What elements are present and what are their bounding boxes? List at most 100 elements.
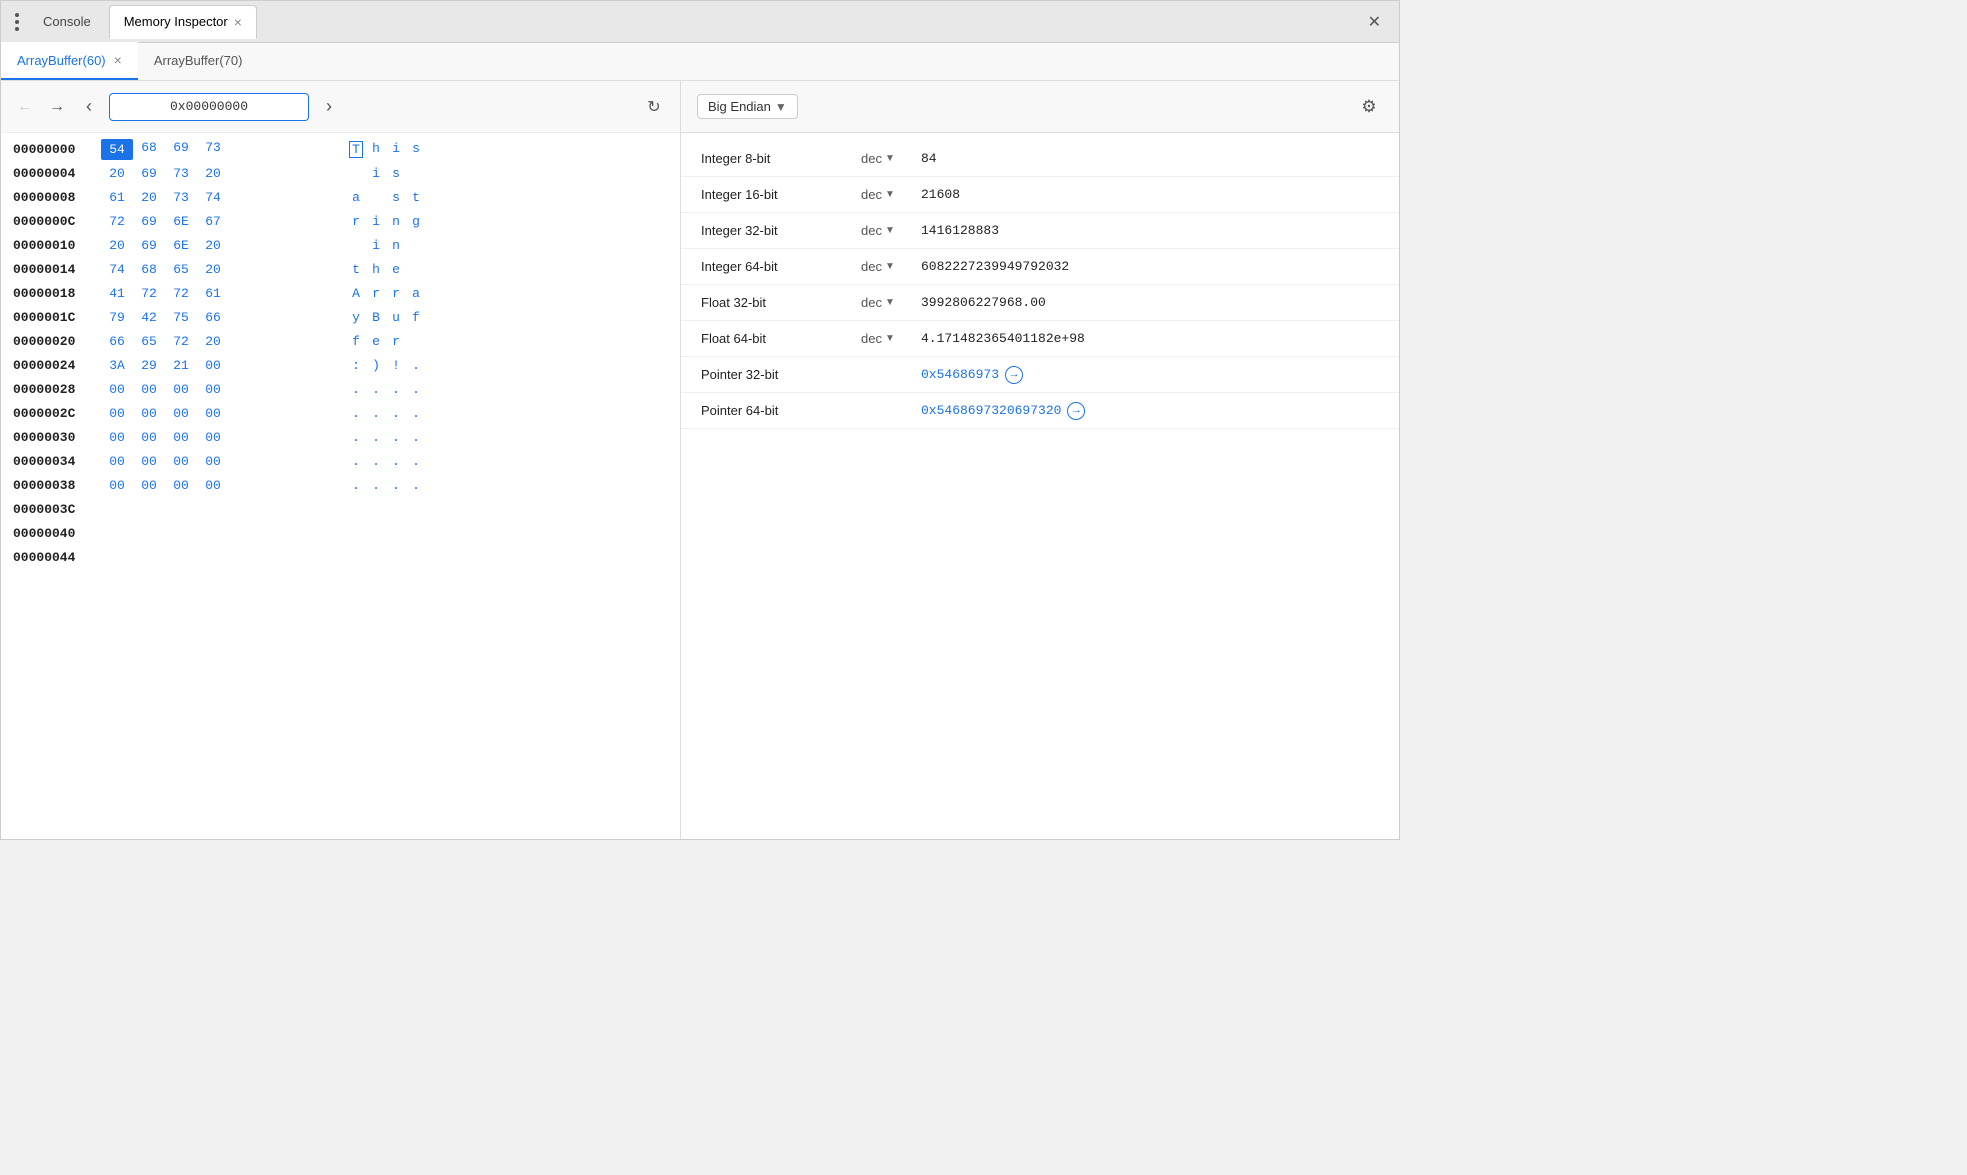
hex-byte[interactable]: 72 [165, 285, 197, 302]
ascii-char[interactable] [409, 262, 423, 277]
hex-byte[interactable]: 20 [197, 165, 229, 182]
hex-byte[interactable]: 66 [197, 309, 229, 326]
ascii-char[interactable]: B [369, 310, 383, 325]
format-dropdown-int16[interactable]: dec ▼ [861, 187, 921, 202]
hex-byte[interactable]: 42 [133, 309, 165, 326]
hex-byte[interactable]: 68 [133, 261, 165, 278]
hex-byte[interactable]: 29 [133, 357, 165, 374]
hex-byte[interactable]: 00 [101, 429, 133, 446]
ascii-char[interactable]: : [349, 358, 363, 373]
hex-byte[interactable]: 72 [133, 285, 165, 302]
hex-byte[interactable]: 00 [165, 429, 197, 446]
endian-select[interactable]: Big Endian ▼ [697, 94, 798, 119]
ascii-char[interactable]: . [409, 454, 423, 469]
back-button[interactable]: ← [13, 95, 37, 119]
hex-byte[interactable]: 00 [197, 453, 229, 470]
ascii-char[interactable]: e [389, 262, 403, 277]
hex-byte[interactable]: 00 [197, 405, 229, 422]
ascii-char[interactable]: h [369, 141, 383, 158]
ascii-char[interactable]: n [389, 238, 403, 253]
hex-byte[interactable]: 20 [101, 237, 133, 254]
format-dropdown-int64[interactable]: dec ▼ [861, 259, 921, 274]
ascii-char[interactable]: . [409, 430, 423, 445]
hex-byte[interactable]: 00 [133, 477, 165, 494]
tab-console[interactable]: Console [29, 5, 105, 39]
hex-byte[interactable]: 61 [101, 189, 133, 206]
hex-byte[interactable]: 61 [197, 285, 229, 302]
settings-button[interactable]: ⚙ [1355, 93, 1383, 121]
ascii-char[interactable]: . [409, 406, 423, 421]
ascii-char[interactable]: . [349, 382, 363, 397]
ascii-char[interactable]: y [349, 310, 363, 325]
ascii-char[interactable]: . [369, 478, 383, 493]
ascii-char[interactable]: . [369, 382, 383, 397]
ascii-char[interactable]: . [389, 406, 403, 421]
hex-byte[interactable]: 00 [165, 453, 197, 470]
hex-byte[interactable]: 79 [101, 309, 133, 326]
hex-byte[interactable]: 69 [165, 139, 197, 160]
address-input[interactable] [109, 93, 309, 121]
hex-byte[interactable]: 00 [197, 429, 229, 446]
ascii-char[interactable] [349, 238, 363, 253]
format-dropdown-int8[interactable]: dec ▼ [861, 151, 921, 166]
ascii-char[interactable]: ! [389, 358, 403, 373]
ascii-char[interactable]: . [349, 478, 363, 493]
hex-byte[interactable]: 41 [101, 285, 133, 302]
hex-byte[interactable]: 68 [133, 139, 165, 160]
hex-byte[interactable]: 72 [165, 333, 197, 350]
hex-byte[interactable]: 00 [197, 381, 229, 398]
hex-byte[interactable]: 73 [165, 165, 197, 182]
refresh-button[interactable]: ↻ [640, 93, 668, 121]
buffer-tab-60[interactable]: ArrayBuffer(60) × [1, 42, 138, 80]
hex-byte[interactable]: 21 [165, 357, 197, 374]
ascii-char[interactable]: r [389, 286, 403, 301]
ascii-char[interactable]: a [409, 286, 423, 301]
ascii-char[interactable]: i [369, 214, 383, 229]
ascii-char[interactable]: n [389, 214, 403, 229]
hex-byte[interactable]: 73 [165, 189, 197, 206]
prev-page-button[interactable]: ‹ [77, 95, 101, 119]
window-close-button[interactable]: ✕ [1358, 8, 1391, 36]
ascii-char[interactable] [369, 190, 383, 205]
forward-button[interactable]: → [45, 95, 69, 119]
buffer-tab-60-close[interactable]: × [114, 52, 122, 68]
hex-byte[interactable]: 54 [101, 139, 133, 160]
ascii-char[interactable]: t [349, 262, 363, 277]
ascii-char[interactable] [409, 238, 423, 253]
ascii-char[interactable]: . [409, 382, 423, 397]
hex-byte[interactable]: 00 [133, 405, 165, 422]
ascii-char[interactable]: . [349, 430, 363, 445]
ascii-char[interactable]: s [389, 166, 403, 181]
ascii-char[interactable] [409, 166, 423, 181]
hex-byte[interactable]: 00 [165, 405, 197, 422]
ascii-char[interactable]: r [369, 286, 383, 301]
hex-byte[interactable]: 00 [101, 405, 133, 422]
hex-byte[interactable]: 67 [197, 213, 229, 230]
ascii-char[interactable]: . [369, 454, 383, 469]
ascii-char[interactable] [349, 166, 363, 181]
pointer-32-link[interactable]: 0x54686973 → [921, 366, 1023, 384]
hex-byte[interactable]: 75 [165, 309, 197, 326]
tab-memory-inspector-close[interactable]: × [234, 15, 242, 29]
hex-byte[interactable]: 69 [133, 237, 165, 254]
format-dropdown-float32[interactable]: dec ▼ [861, 295, 921, 310]
format-dropdown-float64[interactable]: dec ▼ [861, 331, 921, 346]
ascii-char[interactable]: u [389, 310, 403, 325]
hex-byte[interactable]: 00 [133, 381, 165, 398]
ascii-char[interactable]: . [369, 406, 383, 421]
hex-byte[interactable]: 65 [133, 333, 165, 350]
ascii-char[interactable]: r [389, 334, 403, 349]
ascii-char[interactable]: f [349, 334, 363, 349]
ascii-char[interactable]: g [409, 214, 423, 229]
ascii-char[interactable]: i [369, 166, 383, 181]
ascii-char[interactable]: s [389, 190, 403, 205]
navigate-pointer-32-icon[interactable]: → [1005, 366, 1023, 384]
ascii-char[interactable]: . [349, 406, 363, 421]
hex-byte[interactable]: 00 [101, 381, 133, 398]
hex-byte[interactable]: 74 [197, 189, 229, 206]
hex-byte[interactable]: 00 [197, 477, 229, 494]
hex-byte[interactable]: 00 [165, 381, 197, 398]
ascii-char[interactable]: . [389, 430, 403, 445]
hex-byte[interactable]: 20 [197, 237, 229, 254]
ascii-char[interactable]: i [389, 141, 403, 158]
